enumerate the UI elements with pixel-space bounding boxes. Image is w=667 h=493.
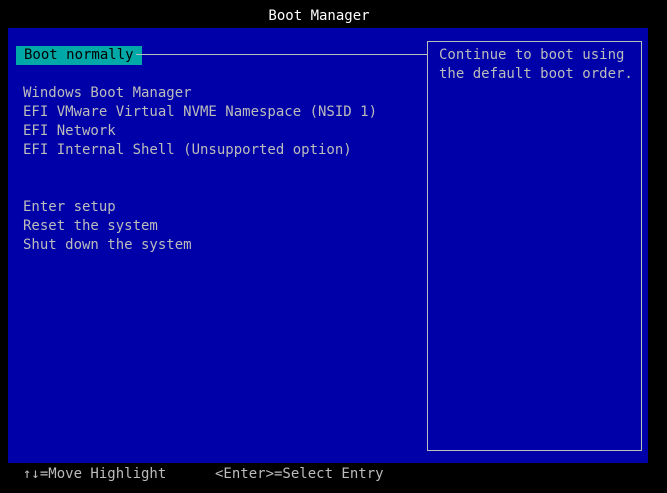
footer-move-highlight: ↑↓=Move Highlight — [23, 466, 167, 482]
help-text: Continue to boot using the default boot … — [439, 47, 633, 82]
menu-item-enter-setup[interactable]: Enter setup — [23, 198, 116, 217]
menu-item-windows-boot-manager[interactable]: Windows Boot Manager — [23, 84, 192, 103]
menu-item-efi-network[interactable]: EFI Network — [23, 122, 116, 141]
selection-connector-line — [136, 54, 428, 55]
boot-manager-panel: Boot normally Windows Boot Manager EFI V… — [8, 28, 648, 463]
menu-item-efi-vmware-nvme[interactable]: EFI VMware Virtual NVME Namespace (NSID … — [23, 103, 377, 122]
menu-item-efi-internal-shell[interactable]: EFI Internal Shell (Unsupported option) — [23, 141, 352, 160]
help-box: Continue to boot using the default boot … — [427, 41, 642, 451]
menu-item-boot-normally[interactable]: Boot normally — [16, 46, 142, 65]
menu-item-reset-system[interactable]: Reset the system — [23, 217, 158, 236]
page-title: Boot Manager — [268, 8, 370, 24]
footer-bar: ↑↓=Move Highlight <Enter>=Select Entry — [0, 463, 667, 493]
footer-select-entry: <Enter>=Select Entry — [215, 466, 384, 482]
menu-item-shut-down-system[interactable]: Shut down the system — [23, 236, 192, 255]
